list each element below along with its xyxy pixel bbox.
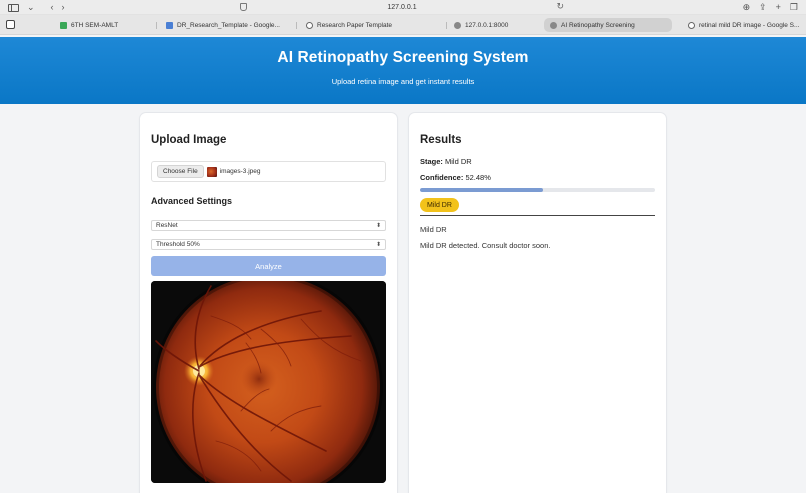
stage-row: Stage: Mild DR bbox=[420, 157, 472, 166]
model-select[interactable]: ResNet ⬍ bbox=[151, 220, 386, 231]
browser-toolbar: ⌄ ‹ › 127.0.0.1 ↻ ⊕ ⇪ + ❐ bbox=[0, 0, 806, 15]
google-favicon-icon bbox=[688, 21, 695, 29]
file-thumbnail-icon bbox=[206, 166, 217, 177]
window-controls: ⌄ ‹ › bbox=[8, 2, 65, 13]
tab-sidebar-icon[interactable] bbox=[6, 20, 15, 29]
threshold-select-value: Threshold 50% bbox=[156, 241, 200, 248]
forward-icon[interactable]: › bbox=[62, 2, 65, 13]
select-arrows-icon: ⬍ bbox=[375, 241, 381, 248]
tab-dr-research-template[interactable]: DR_Research_Template - Google... bbox=[160, 18, 280, 32]
tab-overview-icon[interactable]: ❐ bbox=[790, 2, 798, 13]
download-icon[interactable]: ⊕ bbox=[743, 2, 751, 13]
upload-card: Upload Image Choose File images-3.jpeg A… bbox=[140, 113, 397, 493]
app-header: AI Retinopathy Screening System Upload r… bbox=[0, 37, 806, 104]
reload-icon[interactable]: ↻ bbox=[556, 1, 564, 12]
upload-heading: Upload Image bbox=[151, 134, 227, 146]
page-favicon-icon bbox=[454, 21, 461, 29]
results-card: Results Stage: Mild DR Confidence: 52.48… bbox=[409, 113, 666, 493]
confidence-value: 52.48% bbox=[465, 173, 491, 182]
privacy-shield-icon[interactable] bbox=[240, 3, 247, 11]
page-subtitle: Upload retina image and get instant resu… bbox=[331, 77, 475, 86]
docs-favicon-icon bbox=[166, 21, 173, 29]
stage-label: Stage: bbox=[420, 157, 443, 166]
chevron-down-icon[interactable]: ⌄ bbox=[27, 2, 35, 13]
file-input[interactable]: Choose File images-3.jpeg bbox=[151, 161, 386, 182]
selected-file-name: images-3.jpeg bbox=[219, 168, 261, 175]
result-stage-text: Mild DR bbox=[420, 225, 447, 234]
tab-bar: 6TH SEM-AMLT DR_Research_Template - Goog… bbox=[0, 15, 806, 35]
confidence-progress-fill bbox=[420, 188, 544, 192]
retina-image-preview bbox=[151, 281, 386, 483]
choose-file-button[interactable]: Choose File bbox=[157, 165, 204, 178]
results-heading: Results bbox=[420, 134, 462, 146]
retina-fundus-image bbox=[151, 281, 386, 483]
address-bar[interactable]: 127.0.0.1 ↻ bbox=[232, 1, 572, 13]
page-favicon-icon bbox=[550, 21, 557, 29]
tab-retinal-mild-dr-search[interactable]: retinal mild DR image - Google S... bbox=[682, 18, 804, 32]
new-tab-icon[interactable]: + bbox=[776, 2, 781, 13]
sheets-favicon-icon bbox=[60, 21, 67, 29]
sidebar-toggle-icon[interactable] bbox=[8, 3, 19, 12]
results-divider bbox=[420, 215, 655, 216]
browser-actions: ⊕ ⇪ + ❐ bbox=[743, 2, 798, 13]
confidence-row: Confidence: 52.48% bbox=[420, 173, 491, 182]
advanced-settings-heading: Advanced Settings bbox=[151, 196, 233, 206]
back-icon[interactable]: ‹ bbox=[51, 2, 54, 13]
select-arrows-icon: ⬍ bbox=[375, 222, 381, 229]
confidence-label: Confidence: bbox=[420, 173, 464, 182]
share-icon[interactable]: ⇪ bbox=[759, 2, 767, 13]
tab-6th-sem[interactable]: 6TH SEM-AMLT bbox=[54, 18, 154, 32]
stage-value: Mild DR bbox=[445, 157, 472, 166]
globe-favicon-icon bbox=[306, 21, 313, 29]
url-text: 127.0.0.1 bbox=[387, 3, 417, 11]
model-select-value: ResNet bbox=[156, 222, 178, 229]
status-badge: Mild DR bbox=[420, 198, 459, 212]
tab-ai-retinopathy-screening[interactable]: AI Retinopathy Screening bbox=[544, 18, 672, 32]
analyze-button[interactable]: Analyze bbox=[151, 256, 386, 276]
page-title: AI Retinopathy Screening System bbox=[277, 49, 529, 66]
threshold-select[interactable]: Threshold 50% ⬍ bbox=[151, 239, 386, 250]
confidence-progress-bar bbox=[420, 188, 655, 192]
result-advice-text: Mild DR detected. Consult doctor soon. bbox=[420, 241, 551, 250]
tab-localhost-8000[interactable]: 127.0.0.1:8000 bbox=[448, 18, 542, 32]
tab-research-paper-template[interactable]: Research Paper Template bbox=[300, 18, 420, 32]
